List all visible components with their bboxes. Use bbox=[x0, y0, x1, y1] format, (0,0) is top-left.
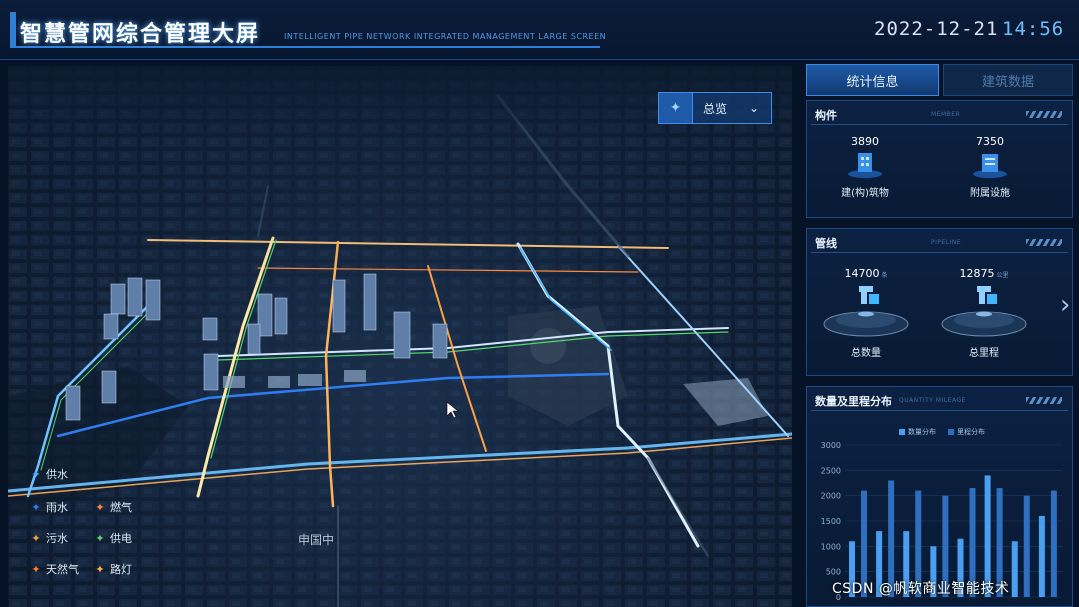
card-title-en: QUANTITY MILEAGE bbox=[899, 397, 966, 404]
city-map-view[interactable]: 申国中 ✦ 总览 ⌄ ✦ 供水 ✦ 雨水 ✦ 燃气 ✦ 污水 ✦ 供电 ✦ 天然… bbox=[8, 66, 792, 607]
location-pin-icon: ✦ bbox=[659, 93, 693, 123]
legend-item-rainwater[interactable]: ✦ 雨水 bbox=[30, 499, 68, 515]
page-title: 智慧管网综合管理大屏 bbox=[20, 22, 261, 47]
building-icon bbox=[848, 153, 882, 178]
y-tick-label: 3000 bbox=[821, 441, 841, 450]
stripe-decoration bbox=[1026, 239, 1062, 246]
components-card: 构件 MEMBER 3890 建(构)筑物 7350 附属设施 bbox=[806, 100, 1073, 218]
stat-total-mileage: 12875 公里 总里程 bbox=[939, 267, 1029, 359]
stripe-decoration bbox=[1026, 111, 1062, 118]
map-street-label: 申国中 bbox=[298, 532, 334, 547]
legend-item-power[interactable]: ✦ 供电 bbox=[94, 530, 132, 546]
chart-bar-1[interactable] bbox=[1011, 541, 1018, 597]
card-title-en: PIPELINE bbox=[931, 239, 962, 246]
legend-item-natural-gas[interactable]: ✦ 天然气 bbox=[30, 561, 79, 577]
legend-item-sewage[interactable]: ✦ 污水 bbox=[30, 530, 68, 546]
y-tick-label: 2500 bbox=[821, 466, 841, 475]
header-time: 14:56 bbox=[1002, 18, 1065, 40]
pipe-icon bbox=[823, 286, 909, 337]
view-select-label: 总览 bbox=[703, 101, 728, 116]
card-header: 构件 MEMBER bbox=[811, 105, 1068, 125]
stat-total-count: 14700 条 总数量 bbox=[821, 267, 911, 359]
stripe-decoration bbox=[1026, 397, 1062, 404]
tab-statistics[interactable]: 统计信息 bbox=[806, 64, 939, 96]
card-title-en: MEMBER bbox=[931, 111, 961, 118]
facility-icon bbox=[973, 154, 1007, 178]
page-subtitle: INTELLIGENT PIPE NETWORK INTEGRATED MANA… bbox=[284, 32, 607, 41]
panel-tabs: 统计信息 建筑数据 bbox=[806, 64, 1073, 96]
card-header: 数量及里程分布 QUANTITY MILEAGE bbox=[811, 391, 1068, 411]
legend-series-1[interactable]: 数量分布 bbox=[899, 427, 936, 437]
distribution-chart-card: 数量及里程分布 QUANTITY MILEAGE 数量分布 里程分布 3000 2… bbox=[806, 386, 1073, 607]
y-tick-label: 1500 bbox=[821, 517, 841, 526]
y-tick-label: 2000 bbox=[821, 492, 841, 501]
chart-bar-2[interactable] bbox=[1023, 495, 1030, 597]
legend-item-gas[interactable]: ✦ 燃气 bbox=[94, 499, 132, 515]
legend-series-2[interactable]: 里程分布 bbox=[948, 427, 985, 437]
header-bar: 智慧管网综合管理大屏 INTELLIGENT PIPE NETWORK INTE… bbox=[0, 0, 1079, 60]
card-title: 数量及里程分布 bbox=[815, 395, 892, 408]
y-tick-label: 1000 bbox=[821, 542, 841, 551]
legend-item-water-supply[interactable]: ✦ 供水 bbox=[30, 466, 68, 482]
card-header: 管线 PIPELINE bbox=[811, 233, 1068, 253]
diamond-icon: ✦ bbox=[31, 562, 41, 576]
chart-bar-1[interactable] bbox=[1038, 515, 1045, 597]
chevron-right-icon[interactable]: › bbox=[1060, 290, 1070, 320]
legend-item-streetlight[interactable]: ✦ 路灯 bbox=[94, 561, 132, 577]
card-title: 管线 bbox=[815, 237, 837, 250]
chart-bar-2[interactable] bbox=[1050, 490, 1057, 597]
stat-buildings: 3890 建(构)筑物 bbox=[841, 135, 889, 199]
card-title: 构件 bbox=[815, 109, 837, 122]
watermark: CSDN @帆软商业智能技术 bbox=[832, 581, 1010, 597]
diamond-icon: ✦ bbox=[31, 531, 41, 545]
diamond-icon: ✦ bbox=[95, 562, 105, 576]
map-canvas[interactable]: 申国中 bbox=[8, 66, 792, 607]
diamond-icon: ✦ bbox=[31, 500, 41, 514]
chevron-down-icon: ⌄ bbox=[749, 101, 760, 115]
statistics-panel: 统计信息 建筑数据 构件 MEMBER 3890 建(构)筑物 7350 附属设… bbox=[806, 64, 1073, 607]
pipe-icon bbox=[941, 286, 1027, 337]
pipelines-card: 管线 PIPELINE 14700 条 总数量 12875 公里 总里程 bbox=[806, 228, 1073, 376]
diamond-icon: ✦ bbox=[31, 467, 41, 481]
diamond-icon: ✦ bbox=[95, 500, 105, 514]
header-date: 2022-12-21 bbox=[874, 18, 999, 40]
tab-building-data[interactable]: 建筑数据 bbox=[943, 64, 1073, 96]
stat-facilities: 7350 附属设施 bbox=[970, 135, 1010, 199]
diamond-icon: ✦ bbox=[95, 531, 105, 545]
view-select-dropdown[interactable]: ✦ 总览 ⌄ bbox=[658, 92, 772, 124]
chart-legend: 数量分布 里程分布 bbox=[899, 427, 985, 437]
y-tick-label: 500 bbox=[826, 568, 841, 577]
